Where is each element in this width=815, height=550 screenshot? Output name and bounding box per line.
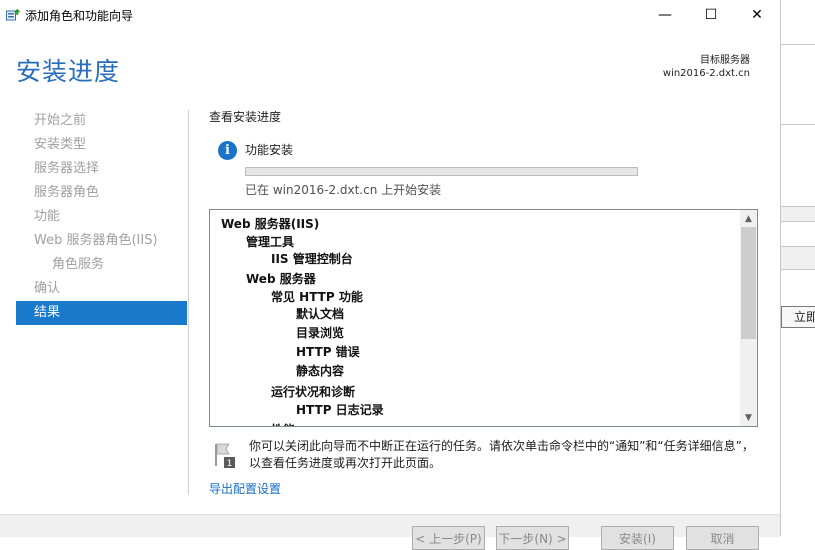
feature-item: 运行状况和诊断 — [271, 385, 356, 399]
background-partial-button[interactable]: 立即 — [781, 306, 815, 328]
scroll-up-icon[interactable]: ▲ — [740, 210, 757, 227]
section-title: 查看安装进度 — [209, 110, 282, 124]
install-button[interactable]: 安装(I) — [601, 526, 674, 550]
background-row — [781, 206, 815, 222]
feature-item: 性能 — [271, 421, 295, 426]
nav-item-confirmation: 确认 — [34, 281, 61, 296]
window-title: 添加角色和功能向导 — [25, 9, 134, 23]
export-config-link[interactable]: 导出配置设置 — [209, 480, 281, 497]
svg-text:1: 1 — [227, 459, 233, 469]
background-divider — [781, 44, 815, 45]
feature-item: 管理工具 — [246, 235, 295, 249]
background-window: 立即 — [781, 0, 815, 536]
wizard-window: 添加角色和功能向导 — ☐ ✕ 安装进度 目标服务器 win2016-2.dxt… — [0, 0, 781, 550]
feature-item: Web 服务器 — [246, 272, 316, 286]
info-icon: i — [218, 141, 237, 160]
feature-item: 目录浏览 — [296, 326, 345, 340]
note-text: 你可以关闭此向导而不中断正在运行的任务。请依次单击命令栏中的“通知”和“任务详细… — [249, 439, 754, 470]
background-divider — [781, 124, 815, 125]
feature-item: IIS 管理控制台 — [271, 252, 353, 266]
install-label: 功能安装 — [245, 143, 294, 157]
maximize-button[interactable]: ☐ — [688, 0, 734, 30]
nav-item-features: 功能 — [34, 209, 61, 224]
target-server-info: 目标服务器 win2016-2.dxt.cn — [663, 54, 750, 80]
feature-item: HTTP 日志记录 — [296, 403, 384, 417]
nav-item-role-services: 角色服务 — [52, 257, 105, 272]
wizard-footer: < 上一步(P) 下一步(N) > 安装(I) 取消 — [0, 514, 780, 550]
feature-list-scrollbar[interactable]: ▲ ▼ — [740, 210, 757, 426]
feature-item: 常见 HTTP 功能 — [271, 290, 363, 304]
minimize-button[interactable]: — — [642, 0, 688, 30]
previous-button[interactable]: < 上一步(P) — [412, 526, 485, 550]
nav-divider — [188, 110, 189, 495]
install-progress-bar — [245, 167, 638, 176]
nav-item-results[interactable]: 结果 — [16, 301, 187, 325]
feature-list[interactable]: Web 服务器(IIS) 管理工具 IIS 管理控制台 Web 服务器 常见 H… — [209, 209, 758, 427]
target-server-label: 目标服务器 — [700, 55, 750, 66]
feature-item: HTTP 错误 — [296, 345, 360, 359]
nav-item-server-roles: 服务器角色 — [34, 185, 100, 200]
next-button[interactable]: 下一步(N) > — [496, 526, 569, 550]
server-manager-icon — [6, 8, 20, 21]
nav-item-installation-type: 安装类型 — [34, 137, 87, 152]
scroll-thumb[interactable] — [741, 227, 756, 339]
wizard-header: 安装进度 目标服务器 win2016-2.dxt.cn — [0, 30, 780, 100]
feature-item: 默认文档 — [296, 307, 345, 321]
nav-item-before-you-begin: 开始之前 — [34, 113, 87, 128]
close-button[interactable]: ✕ — [734, 0, 780, 30]
cancel-button[interactable]: 取消 — [686, 526, 759, 550]
target-server-name: win2016-2.dxt.cn — [662, 68, 750, 79]
nav-item-server-selection: 服务器选择 — [34, 161, 100, 176]
background-row — [781, 246, 815, 270]
feature-item: Web 服务器(IIS) — [221, 217, 320, 231]
notification-flag-icon: 1 — [215, 443, 235, 469]
progress-status: 已在 win2016-2.dxt.cn 上开始安装 — [245, 183, 442, 197]
title-bar: 添加角色和功能向导 — ☐ ✕ — [0, 0, 780, 30]
wizard-nav: 开始之前 安装类型 服务器选择 服务器角色 功能 Web 服务器角色(IIS) … — [16, 109, 187, 325]
scroll-down-icon[interactable]: ▼ — [740, 409, 757, 426]
nav-item-web-server-role: Web 服务器角色(IIS) — [34, 233, 158, 248]
page-title: 安装进度 — [16, 57, 121, 86]
feature-item: 静态内容 — [296, 364, 345, 378]
